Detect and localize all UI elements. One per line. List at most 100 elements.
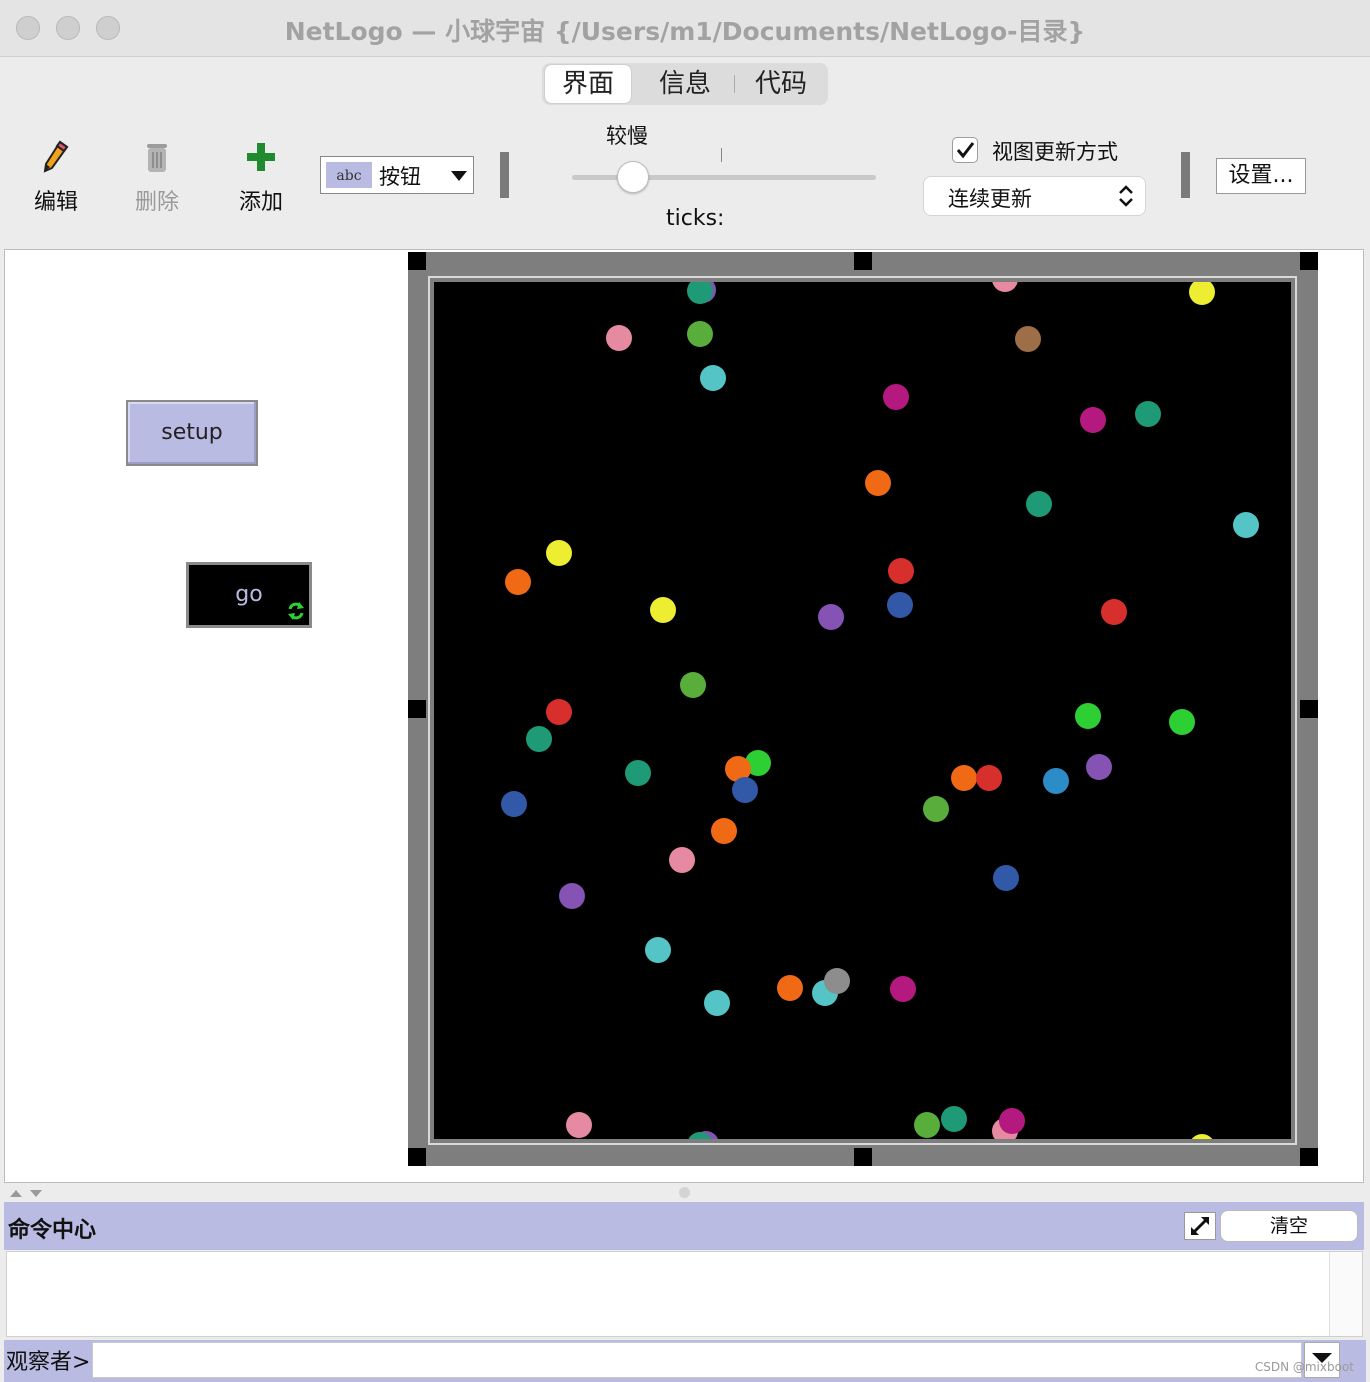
view-resize-handle[interactable]	[1300, 252, 1318, 270]
view-resize-handle[interactable]	[408, 1148, 426, 1166]
tab-interface[interactable]: 界面	[544, 64, 632, 104]
speed-center-tick	[721, 148, 722, 162]
expand-button[interactable]	[1184, 1212, 1216, 1240]
clear-button[interactable]: 清空	[1220, 1210, 1358, 1242]
turtle-ball	[645, 937, 671, 963]
turtle-ball	[1233, 512, 1259, 538]
pencil-icon	[43, 140, 69, 173]
speed-slider-knob[interactable]	[617, 161, 649, 193]
view-resize-handle[interactable]	[1300, 700, 1318, 718]
output-scrollbar[interactable]	[1329, 1252, 1362, 1336]
plus-icon	[247, 143, 275, 171]
tab-info-label: 信息	[658, 69, 711, 99]
turtle-ball	[951, 765, 977, 791]
panel-splitter[interactable]	[4, 1184, 1364, 1200]
go-button-label: go	[235, 582, 263, 607]
turtle-ball	[704, 990, 730, 1016]
widget-type-label: 按钮	[379, 165, 421, 189]
splitter-grip[interactable]	[679, 1187, 690, 1198]
collapse-arrows-icon[interactable]	[8, 1187, 48, 1199]
turtle-ball	[993, 865, 1019, 891]
setup-button[interactable]: setup	[126, 400, 258, 466]
setup-button-label: setup	[161, 420, 223, 445]
turtle-ball	[818, 604, 844, 630]
watermark: CSDN @mixboot	[1254, 1360, 1354, 1374]
tab-divider	[734, 75, 735, 93]
turtle-ball	[1015, 326, 1041, 352]
turtle-ball	[887, 592, 913, 618]
view-resize-handle[interactable]	[1300, 1148, 1318, 1166]
turtle-ball	[1135, 401, 1161, 427]
observer-prompt[interactable]: 观察者>	[6, 1344, 90, 1376]
turtle-ball	[888, 558, 914, 584]
window-title: NetLogo — 小球宇宙 {/Users/m1/Documents/NetL…	[284, 17, 1086, 46]
turtle-ball	[923, 796, 949, 822]
turtle-ball	[1075, 703, 1101, 729]
delete-label: 删除	[134, 190, 179, 215]
turtle-ball	[669, 847, 695, 873]
tab-bar: 界面 信息 代码	[542, 63, 828, 105]
turtle-ball	[976, 765, 1002, 791]
view-resize-handle[interactable]	[854, 1148, 872, 1166]
update-mode-label: 连续更新	[948, 187, 1032, 211]
view-resize-handle[interactable]	[408, 700, 426, 718]
turtle-ball	[711, 818, 737, 844]
view-resize-handle[interactable]	[408, 252, 426, 270]
turtle-ball	[680, 672, 706, 698]
tab-info[interactable]: 信息	[638, 63, 732, 105]
turtle-ball	[777, 975, 803, 1001]
title-bar: NetLogo — 小球宇宙 {/Users/m1/Documents/NetL…	[0, 0, 1370, 57]
edit-label: 编辑	[33, 190, 78, 215]
turtle-ball	[1101, 599, 1127, 625]
turtle-ball	[546, 699, 572, 725]
tab-interface-label: 界面	[561, 69, 614, 99]
tab-code-label: 代码	[754, 69, 807, 99]
delete-button[interactable]: 删除	[117, 140, 197, 215]
tab-code[interactable]: 代码	[736, 63, 826, 105]
view-resize-handle[interactable]	[854, 252, 872, 270]
turtle-ball	[999, 1108, 1025, 1134]
turtle-ball	[505, 569, 531, 595]
expand-icon	[1191, 1217, 1209, 1235]
toolbar-separator	[500, 152, 509, 198]
button-widget-icon: abc	[326, 162, 372, 188]
go-button[interactable]: go	[186, 562, 312, 628]
turtle-ball	[566, 1112, 592, 1138]
turtle-ball	[546, 540, 572, 566]
widget-type-select[interactable]: abc 按钮	[320, 156, 474, 194]
turtle-ball	[559, 883, 585, 909]
turtle-ball	[890, 976, 916, 1002]
turtle-ball	[1189, 282, 1215, 305]
world-view[interactable]	[434, 282, 1291, 1139]
command-input-row: 观察者>	[4, 1340, 1366, 1382]
view-updates-checkbox[interactable]	[952, 137, 978, 163]
turtle-ball	[1191, 1134, 1213, 1139]
turtle-ball	[700, 365, 726, 391]
turtle-ball	[687, 321, 713, 347]
turtle-ball	[606, 325, 632, 351]
view-updates-label: 视图更新方式	[992, 140, 1118, 164]
widget-type-icon-text: abc	[336, 168, 362, 184]
toolbar-separator-right	[1181, 152, 1190, 198]
ticks-label: ticks:	[666, 206, 725, 231]
turtle-ball	[1169, 709, 1195, 735]
command-center-header: 命令中心 清空	[4, 1202, 1364, 1250]
command-center-title: 命令中心	[8, 1218, 97, 1243]
add-label: 添加	[238, 190, 283, 215]
update-mode-select[interactable]: 连续更新	[923, 176, 1146, 216]
turtle-ball	[650, 597, 676, 623]
turtle-ball	[865, 470, 891, 496]
edit-button[interactable]: 编辑	[16, 140, 96, 215]
command-output[interactable]	[6, 1251, 1363, 1337]
trash-icon	[147, 144, 167, 172]
turtle-ball	[501, 791, 527, 817]
turtle-ball	[914, 1112, 940, 1138]
turtle-ball	[941, 1106, 967, 1132]
turtle-ball	[883, 384, 909, 410]
turtle-ball	[625, 760, 651, 786]
forever-loop-icon	[288, 602, 304, 620]
turtle-ball	[1026, 491, 1052, 517]
add-button[interactable]: 添加	[221, 140, 301, 215]
command-input[interactable]	[92, 1342, 1302, 1378]
settings-button[interactable]: 设置...	[1216, 158, 1306, 194]
